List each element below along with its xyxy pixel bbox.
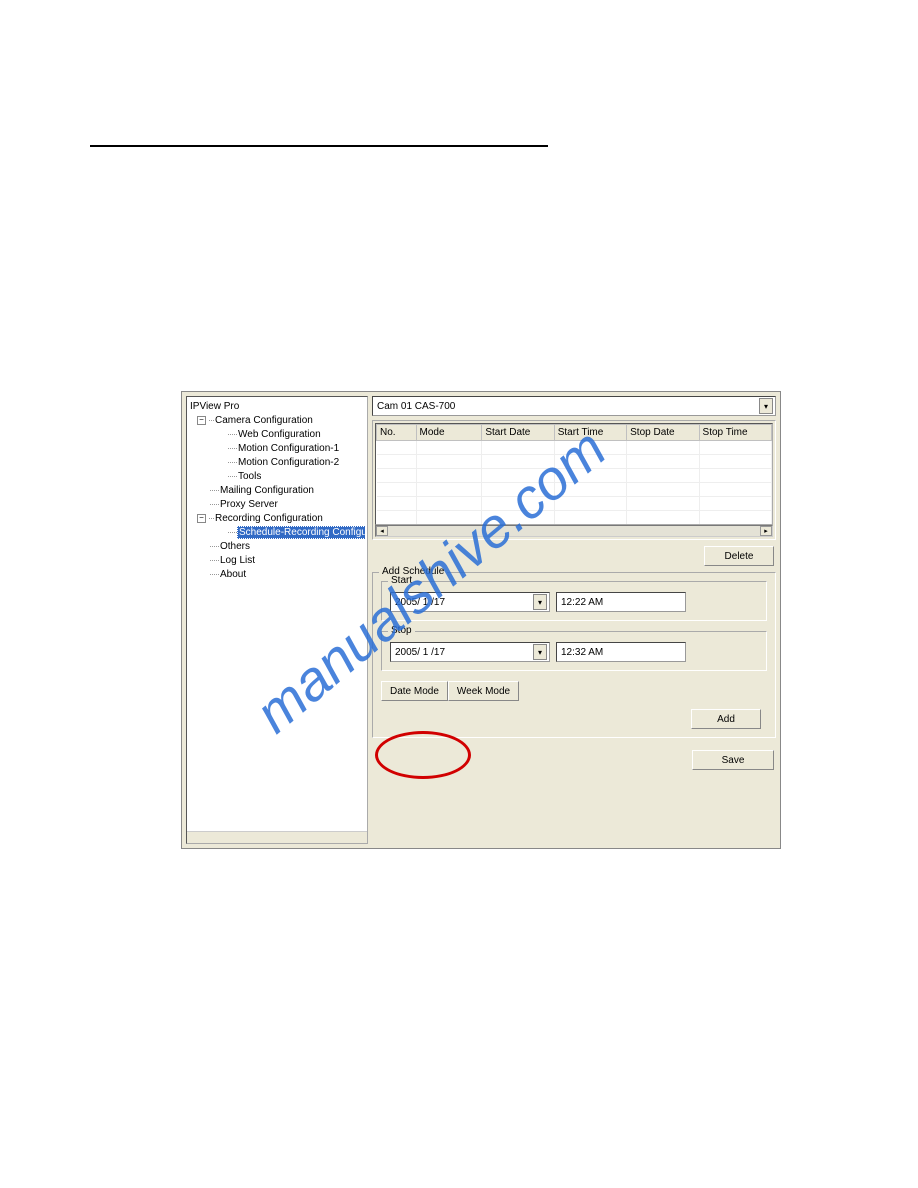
tree-panel: IPView Pro − ··· Camera Configuration ··… [186,396,368,844]
camera-select-value: Cam 01 CAS-700 [377,401,455,412]
table-row [377,455,772,469]
tree-label-schedule: Schedule-Recording Configur [237,526,365,539]
tree-item-proxy[interactable]: ····· Proxy Server [189,497,365,511]
config-window: IPView Pro − ··· Camera Configuration ··… [181,391,781,849]
tree-item-camera[interactable]: − ··· Camera Configuration [189,413,365,427]
start-time-input[interactable]: 12:22 AM [556,592,686,612]
tree-item-motion1[interactable]: ····· Motion Configuration-1 [189,441,365,455]
tree-item-about[interactable]: ····· About [189,567,365,581]
save-row: Save [372,750,776,770]
divider-line [90,145,548,147]
stop-date-input[interactable]: 2005/ 1 /17 ▾ [390,642,550,662]
tree-label-loglist: Log List [219,555,256,566]
tree-label-proxy: Proxy Server [219,499,279,510]
table-row [377,441,772,455]
stop-time-value: 12:32 AM [561,647,603,658]
stop-group: Stop 2005/ 1 /17 ▾ 12:32 AM [381,631,767,671]
scroll-right-icon[interactable]: ▸ [760,526,772,536]
tree-item-web[interactable]: ····· Web Configuration [189,427,365,441]
tree-label-others: Others [219,541,251,552]
add-schedule-group: Add Schedule Start 2005/ 1 /17 ▾ 12:22 A… [372,572,776,738]
save-button[interactable]: Save [692,750,774,770]
tree-label-about: About [219,569,247,580]
schedule-grid[interactable]: No. Mode Start Date Start Time Stop Date… [375,423,773,525]
tree-item-motion2[interactable]: ····· Motion Configuration-2 [189,455,365,469]
tree-scrollbar[interactable] [187,831,367,843]
stop-date-value: 2005/ 1 /17 [395,647,445,658]
collapse-icon[interactable]: − [197,514,206,523]
tree-item-others[interactable]: ····· Others [189,539,365,553]
dropdown-icon[interactable]: ▾ [533,644,547,660]
table-row [377,497,772,511]
tree-root[interactable]: IPView Pro [189,399,365,413]
add-row: Add [381,709,767,729]
tree-label-web: Web Configuration [237,429,322,440]
grid-header[interactable]: Mode [416,425,482,441]
start-date-input[interactable]: 2005/ 1 /17 ▾ [390,592,550,612]
delete-row: Delete [372,544,776,566]
grid-header[interactable]: Stop Date [627,425,699,441]
dropdown-icon[interactable]: ▾ [533,594,547,610]
grid-header[interactable]: Stop Time [699,425,771,441]
start-date-value: 2005/ 1 /17 [395,597,445,608]
tree-label-recording: Recording Configuration [214,513,324,524]
tree-label-motion1: Motion Configuration-1 [237,443,340,454]
tab-week-mode[interactable]: Week Mode [448,681,519,701]
tree-label-tools: Tools [237,471,262,482]
stop-time-input[interactable]: 12:32 AM [556,642,686,662]
camera-select[interactable]: Cam 01 CAS-700 ▾ [372,396,776,416]
delete-button[interactable]: Delete [704,546,774,566]
grid-header-row: No. Mode Start Date Start Time Stop Date… [377,425,772,441]
tree-label-camera: Camera Configuration [214,415,314,426]
start-time-value: 12:22 AM [561,597,603,608]
grid-header[interactable]: No. [377,425,417,441]
tree-item-tools[interactable]: ····· Tools [189,469,365,483]
tree-content: IPView Pro − ··· Camera Configuration ··… [189,399,365,831]
dropdown-icon[interactable]: ▾ [759,398,773,414]
table-row [377,469,772,483]
tree-item-loglist[interactable]: ····· Log List [189,553,365,567]
content-panel: Cam 01 CAS-700 ▾ No. Mode Start Date Sta… [372,396,776,844]
tree-item-mailing[interactable]: ····· Mailing Configuration [189,483,365,497]
mode-tabs: Date Mode Week Mode [381,681,767,701]
tree-label-motion2: Motion Configuration-2 [237,457,340,468]
collapse-icon[interactable]: − [197,416,206,425]
tree-label-root: IPView Pro [189,401,240,412]
schedule-grid-container: No. Mode Start Date Start Time Stop Date… [372,420,776,540]
grid-scrollbar[interactable]: ◂ ▸ [375,525,773,537]
add-button[interactable]: Add [691,709,761,729]
tab-date-mode[interactable]: Date Mode [381,681,448,701]
grid-header[interactable]: Start Date [482,425,554,441]
table-row [377,511,772,525]
start-label: Start [388,575,415,586]
tree-item-recording[interactable]: − ··· Recording Configuration [189,511,365,525]
start-group: Start 2005/ 1 /17 ▾ 12:22 AM [381,581,767,621]
tree-item-schedule[interactable]: ····· Schedule-Recording Configur [189,525,365,539]
tree-label-mailing: Mailing Configuration [219,485,315,496]
stop-label: Stop [388,625,415,636]
grid-header[interactable]: Start Time [554,425,626,441]
table-row [377,483,772,497]
scroll-left-icon[interactable]: ◂ [376,526,388,536]
